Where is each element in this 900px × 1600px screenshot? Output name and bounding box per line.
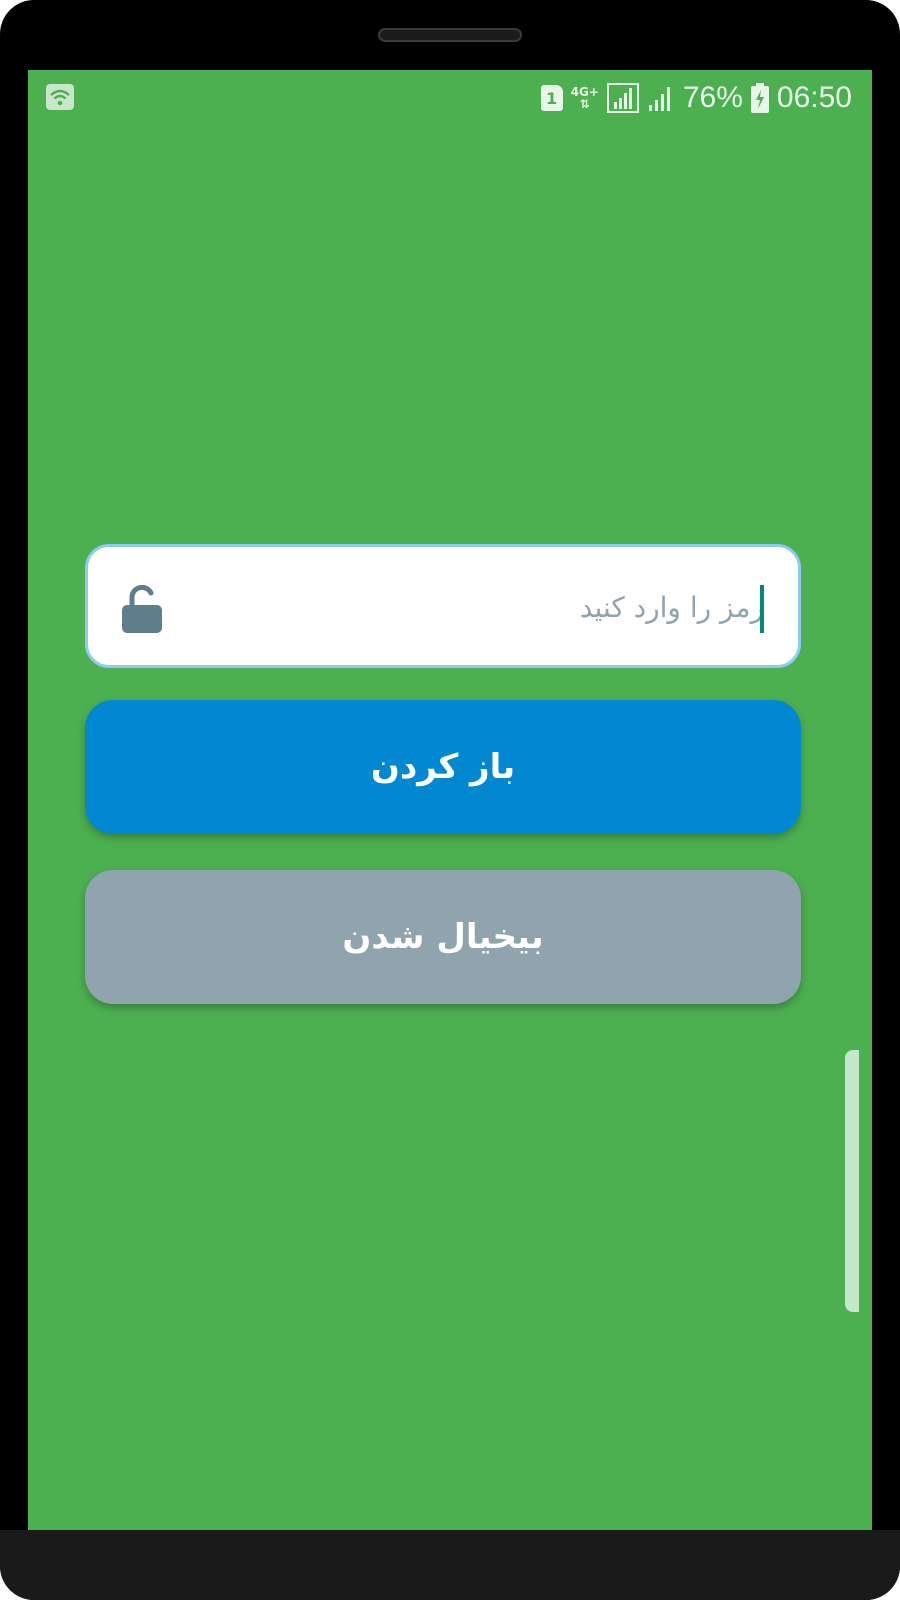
signal-secondary-icon [648, 87, 670, 111]
open-button[interactable]: باز کردن [85, 700, 801, 834]
data-arrows-icon: ⇅ [579, 97, 590, 111]
password-field[interactable] [85, 544, 801, 668]
app-screen: 1 4G+ ⇅ 76% 06:50 باز کردن بیخیال شدن [28, 70, 872, 1530]
status-right-group: 1 4G+ ⇅ 76% 06:50 [540, 76, 852, 120]
text-cursor [760, 585, 764, 633]
signal-icon [606, 83, 639, 113]
unlock-icon [122, 585, 162, 633]
network-type-indicator: 4G+ ⇅ [571, 86, 599, 110]
battery-charging-icon [750, 83, 769, 113]
earpiece-speaker [378, 28, 522, 42]
wifi-icon [46, 84, 74, 110]
phone-frame: 1 4G+ ⇅ 76% 06:50 باز کردن بیخیال شدن [0, 0, 900, 1600]
scroll-handle[interactable] [845, 1050, 859, 1312]
phone-chin [0, 1530, 900, 1600]
sim-card-icon: 1 [540, 85, 563, 111]
password-input[interactable] [188, 577, 764, 637]
clock: 06:50 [776, 81, 852, 114]
cancel-button[interactable]: بیخیال شدن [85, 870, 801, 1004]
battery-percent: 76% [682, 81, 743, 114]
status-bar: 1 4G+ ⇅ 76% 06:50 [28, 70, 872, 126]
